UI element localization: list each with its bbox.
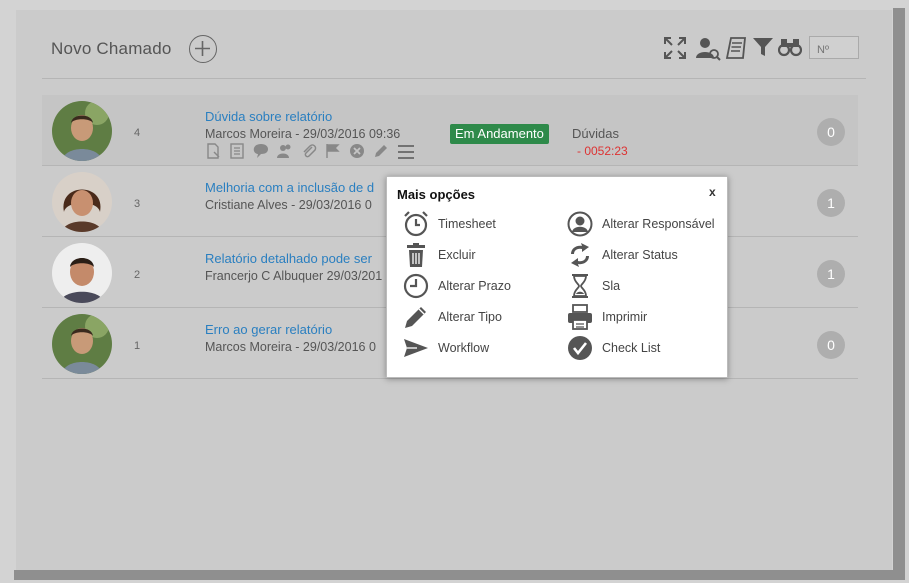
ticket-author-date: Cristiane Alves - 29/03/2016 0 <box>205 198 372 212</box>
ticket-number: 3 <box>134 198 141 210</box>
comment-count-badge: 0 <box>817 118 845 146</box>
option-label: Workflow <box>438 341 490 355</box>
expand-icon[interactable] <box>663 36 687 60</box>
alarm-clock-icon <box>404 211 428 237</box>
ticket-number: 1 <box>134 340 141 352</box>
edit-icon[interactable] <box>373 143 389 159</box>
report-icon[interactable] <box>725 36 749 60</box>
comment-count-badge: 1 <box>817 260 845 288</box>
refresh-icon <box>571 243 589 267</box>
ticket-title-link[interactable]: Erro ao gerar relatório <box>205 322 332 337</box>
ticket-author-date: Marcos Moreira - 29/03/2016 09:36 <box>205 127 401 141</box>
ticket-number: 2 <box>134 269 141 281</box>
avatar <box>52 314 112 374</box>
page-title: Novo Chamado <box>51 39 172 58</box>
users-icon[interactable] <box>277 143 293 159</box>
user-search-icon[interactable] <box>695 36 721 62</box>
option-label: Alterar Tipo <box>438 310 502 324</box>
avatar <box>52 172 112 232</box>
option-label: Timesheet <box>438 217 496 231</box>
comment-icon[interactable] <box>253 143 269 159</box>
ticket-author-date: Marcos Moreira - 29/03/2016 0 <box>205 340 376 354</box>
trash-icon <box>407 243 425 267</box>
list-icon[interactable] <box>229 143 245 159</box>
option-label: Alterar Responsável <box>602 217 715 231</box>
window-shadow <box>14 570 905 580</box>
option-label: Imprimir <box>602 310 648 324</box>
hourglass-icon <box>572 274 588 298</box>
pencil-icon <box>405 307 426 328</box>
popup-title: Mais opções <box>397 187 476 202</box>
check-circle-icon <box>568 336 592 360</box>
printer-icon <box>568 304 592 330</box>
ticket-title-link[interactable]: Melhoria com a inclusão de d <box>205 180 374 195</box>
ticket-number-input[interactable] <box>809 36 859 59</box>
option-label: Alterar Prazo <box>438 279 511 293</box>
option-label: Check List <box>602 341 661 355</box>
filter-icon[interactable] <box>752 36 774 58</box>
more-options-popup: Mais opções x Timesheet Excluir Alterar … <box>386 176 728 378</box>
ticket-category: Dúvidas <box>572 126 619 141</box>
plus-icon <box>195 41 210 56</box>
sla-timer: - 0052:23 <box>577 144 628 158</box>
avatar <box>52 101 112 161</box>
avatar <box>52 243 112 303</box>
user-circle-icon <box>567 211 593 237</box>
status-badge: Em Andamento <box>450 124 549 144</box>
header-divider <box>42 78 866 79</box>
clock-icon <box>403 273 429 299</box>
comment-count-badge: 1 <box>817 189 845 217</box>
cancel-icon[interactable] <box>349 143 365 159</box>
option-label: Excluir <box>438 248 476 262</box>
send-icon <box>404 339 428 357</box>
menu-icon[interactable] <box>397 143 415 161</box>
new-ticket-button[interactable] <box>189 35 217 63</box>
window-shadow <box>893 8 905 578</box>
ticket-number: 4 <box>134 127 141 139</box>
popup-close-button[interactable]: x <box>709 185 716 199</box>
comment-count-badge: 0 <box>817 331 845 359</box>
binoculars-icon[interactable] <box>778 36 802 58</box>
attach-icon[interactable] <box>301 143 317 159</box>
option-label: Sla <box>602 279 621 293</box>
ticket-author-date: Francerjo C Albuquer 29/03/201 <box>205 269 383 283</box>
ticket-title-link[interactable]: Dúvida sobre relatório <box>205 109 332 124</box>
option-label: Alterar Status <box>602 248 678 262</box>
new-doc-icon[interactable] <box>205 143 221 159</box>
flag-icon[interactable] <box>325 143 341 159</box>
ticket-title-link[interactable]: Relatório detalhado pode ser <box>205 251 372 266</box>
